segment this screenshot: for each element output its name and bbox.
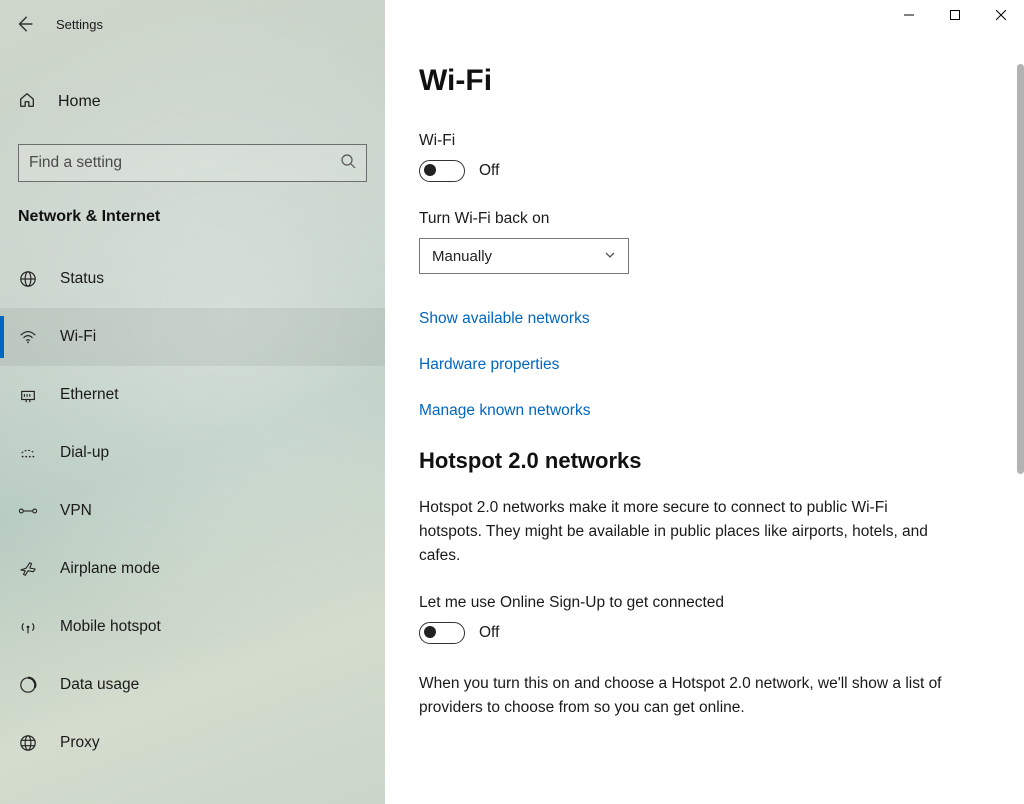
back-button[interactable] — [12, 12, 36, 36]
hotspot-title: Hotspot 2.0 networks — [419, 448, 982, 474]
minimize-button[interactable] — [886, 0, 932, 30]
maximize-button[interactable] — [932, 0, 978, 30]
sidebar-item-label: Airplane mode — [60, 560, 160, 578]
sidebar-item-dialup[interactable]: Dial-up — [0, 424, 385, 482]
sidebar-item-ethernet[interactable]: Ethernet — [0, 366, 385, 424]
turn-back-label: Turn Wi-Fi back on — [419, 210, 982, 228]
sidebar-item-label: VPN — [60, 502, 92, 520]
wifi-toggle-state: Off — [479, 162, 499, 180]
wifi-toggle[interactable] — [419, 160, 465, 182]
hotspot-icon — [18, 617, 38, 637]
airplane-icon — [18, 559, 38, 579]
proxy-icon — [18, 733, 38, 753]
scrollbar[interactable] — [1017, 64, 1024, 474]
link-known-networks[interactable]: Manage known networks — [419, 402, 982, 420]
hotspot-desc: Hotspot 2.0 networks make it more secure… — [419, 496, 949, 568]
sidebar-item-hotspot[interactable]: Mobile hotspot — [0, 598, 385, 656]
link-hardware-properties[interactable]: Hardware properties — [419, 356, 982, 374]
sidebar-item-label: Proxy — [60, 734, 100, 752]
wifi-label: Wi-Fi — [419, 132, 982, 150]
home-icon — [18, 91, 36, 114]
link-show-networks[interactable]: Show available networks — [419, 310, 982, 328]
sidebar-item-status[interactable]: Status — [0, 250, 385, 308]
close-button[interactable] — [978, 0, 1024, 30]
sidebar-item-vpn[interactable]: VPN — [0, 482, 385, 540]
page-title: Wi-Fi — [419, 64, 982, 98]
sidebar-item-label: Mobile hotspot — [60, 618, 161, 636]
signup-label: Let me use Online Sign-Up to get connect… — [419, 594, 982, 612]
vpn-icon — [18, 501, 38, 521]
dialup-icon — [18, 443, 38, 463]
sidebar-item-label: Dial-up — [60, 444, 109, 462]
turn-back-select[interactable]: Manually — [419, 238, 629, 274]
sidebar: Settings Home Network & Internet — [0, 0, 385, 804]
sidebar-item-label: Status — [60, 270, 104, 288]
sidebar-home[interactable]: Home — [0, 74, 385, 130]
chevron-down-icon — [604, 248, 616, 265]
data-usage-icon — [18, 675, 38, 695]
signup-desc: When you turn this on and choose a Hotsp… — [419, 672, 949, 720]
signup-toggle[interactable] — [419, 622, 465, 644]
ethernet-icon — [18, 385, 38, 405]
wifi-icon — [18, 327, 38, 347]
turn-back-value: Manually — [432, 248, 492, 265]
sidebar-item-airplane[interactable]: Airplane mode — [0, 540, 385, 598]
sidebar-item-label: Ethernet — [60, 386, 119, 404]
sidebar-category: Network & Internet — [0, 182, 385, 236]
sidebar-item-label: Data usage — [60, 676, 139, 694]
sidebar-home-label: Home — [58, 93, 101, 111]
globe-icon — [18, 269, 38, 289]
main-panel: Wi-Fi Wi-Fi Off Turn Wi-Fi back on Manua… — [385, 0, 1024, 804]
sidebar-item-data-usage[interactable]: Data usage — [0, 656, 385, 714]
sidebar-item-proxy[interactable]: Proxy — [0, 714, 385, 772]
search-input[interactable] — [29, 154, 340, 172]
sidebar-item-label: Wi-Fi — [60, 328, 96, 346]
search-box[interactable] — [18, 144, 367, 182]
sidebar-item-wifi[interactable]: Wi-Fi — [0, 308, 385, 366]
search-icon — [340, 153, 356, 174]
signup-toggle-state: Off — [479, 624, 499, 642]
app-title: Settings — [56, 17, 103, 32]
